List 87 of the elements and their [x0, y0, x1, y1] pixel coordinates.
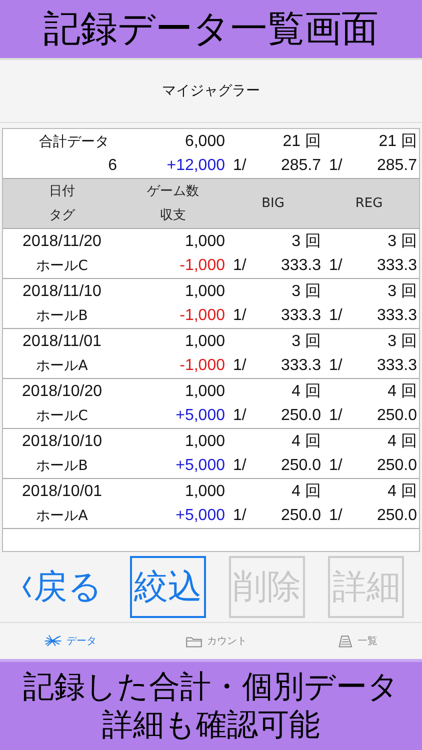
- rate-prefix: 1/: [233, 256, 246, 276]
- rate-prefix: 1/: [233, 456, 246, 476]
- rate-prefix: 1/: [329, 156, 342, 176]
- summary-label: 合計データ: [38, 132, 109, 152]
- tag-text: ホールB: [36, 306, 88, 326]
- rate-prefix: 1/: [329, 506, 342, 526]
- balance-text: +5,000: [176, 406, 225, 426]
- banner-caption: 詳細も確認可能: [101, 706, 321, 744]
- tag-text: ホールA: [36, 506, 88, 526]
- count-text: 4 回: [388, 482, 417, 502]
- tag-text: ホールB: [36, 456, 88, 476]
- rate-value: 333.3: [376, 256, 417, 276]
- balance-text: -1,000: [180, 356, 225, 376]
- rate-value: 285.7: [376, 156, 417, 176]
- count-text: 21 回: [282, 132, 321, 152]
- rate-prefix: 1/: [233, 356, 246, 376]
- rate-prefix: 1/: [233, 156, 246, 176]
- action-button[interactable]: 絞込: [130, 556, 206, 618]
- rate-prefix: 1/: [233, 506, 246, 526]
- column-heading: REG: [355, 194, 383, 212]
- tab[interactable]: カウント: [184, 634, 247, 648]
- rate-prefix: 1/: [329, 256, 342, 276]
- date-text: 2018/11/01: [22, 332, 102, 352]
- banner-title: 記録データ一覧画面: [0, 0, 422, 60]
- tab[interactable]: データ: [44, 634, 96, 648]
- games-text: 1,000: [184, 232, 225, 252]
- games-text: 1,000: [184, 432, 225, 452]
- balance-text: +12,000: [166, 156, 225, 176]
- balance-text: +5,000: [176, 506, 225, 526]
- count-text: 3 回: [388, 232, 417, 252]
- rate-value: 333.3: [280, 256, 321, 276]
- rate-value: 250.0: [280, 506, 321, 526]
- date-text: 2018/10/01: [22, 482, 102, 502]
- count-text: 4 回: [292, 482, 321, 502]
- column-heading: 日付: [49, 182, 75, 200]
- games-text: 1,000: [184, 382, 225, 402]
- rate-value: 333.3: [376, 356, 417, 376]
- rate-prefix: 1/: [329, 406, 342, 426]
- banner-caption: 記録した合計・個別データ: [22, 668, 400, 706]
- rate-value: 250.0: [280, 406, 321, 426]
- rate-value: 333.3: [376, 306, 417, 326]
- balance-text: -1,000: [180, 256, 225, 276]
- count-text: 3 回: [388, 282, 417, 302]
- tag-text: ホールC: [36, 406, 88, 426]
- date-text: 2018/10/10: [22, 432, 102, 452]
- games-text: 1,000: [184, 282, 225, 302]
- rate-value: 250.0: [376, 506, 417, 526]
- count-text: 3 回: [292, 232, 321, 252]
- column-heading: 収支: [160, 206, 186, 224]
- rate-prefix: 1/: [233, 306, 246, 326]
- back-button[interactable]: 戻る: [18, 556, 107, 618]
- column-heading: タグ: [49, 206, 75, 224]
- rate-value: 250.0: [376, 406, 417, 426]
- tag-text: ホールA: [36, 356, 88, 376]
- count-text: 3 回: [292, 282, 321, 302]
- count-text: 4 回: [292, 382, 321, 402]
- games-text: 1,000: [184, 482, 225, 502]
- rate-prefix: 1/: [329, 356, 342, 376]
- rate-value: 250.0: [376, 456, 417, 476]
- spark-icon: [44, 634, 62, 648]
- tab[interactable]: 一覧: [336, 634, 378, 648]
- count-text: 4 回: [388, 382, 417, 402]
- date-text: 2018/11/10: [22, 282, 102, 302]
- count-text: 4 回: [292, 432, 321, 452]
- count-text: 3 回: [388, 332, 417, 352]
- balance-text: +5,000: [176, 456, 225, 476]
- rate-value: 250.0: [280, 456, 321, 476]
- date-text: 2018/10/20: [22, 382, 102, 402]
- balance-text: -1,000: [180, 306, 225, 326]
- count-text: 4 回: [388, 432, 417, 452]
- record-count: 6: [108, 156, 118, 176]
- rate-prefix: 1/: [329, 456, 342, 476]
- rate-value: 285.7: [280, 156, 321, 176]
- count-text: 21 回: [378, 132, 417, 152]
- column-heading: BIG: [262, 194, 284, 212]
- screen-title: マイジャグラー: [162, 82, 260, 100]
- tag-text: ホールC: [36, 256, 88, 276]
- rate-value: 333.3: [280, 356, 321, 376]
- games-text: 6,000: [184, 132, 225, 152]
- rate-value: 333.3: [280, 306, 321, 326]
- games-text: 1,000: [184, 332, 225, 352]
- date-text: 2018/11/20: [22, 232, 102, 252]
- rate-prefix: 1/: [329, 306, 342, 326]
- rate-prefix: 1/: [233, 406, 246, 426]
- count-text: 3 回: [292, 332, 321, 352]
- folder-icon: [184, 634, 203, 648]
- column-heading: ゲーム数: [147, 182, 199, 200]
